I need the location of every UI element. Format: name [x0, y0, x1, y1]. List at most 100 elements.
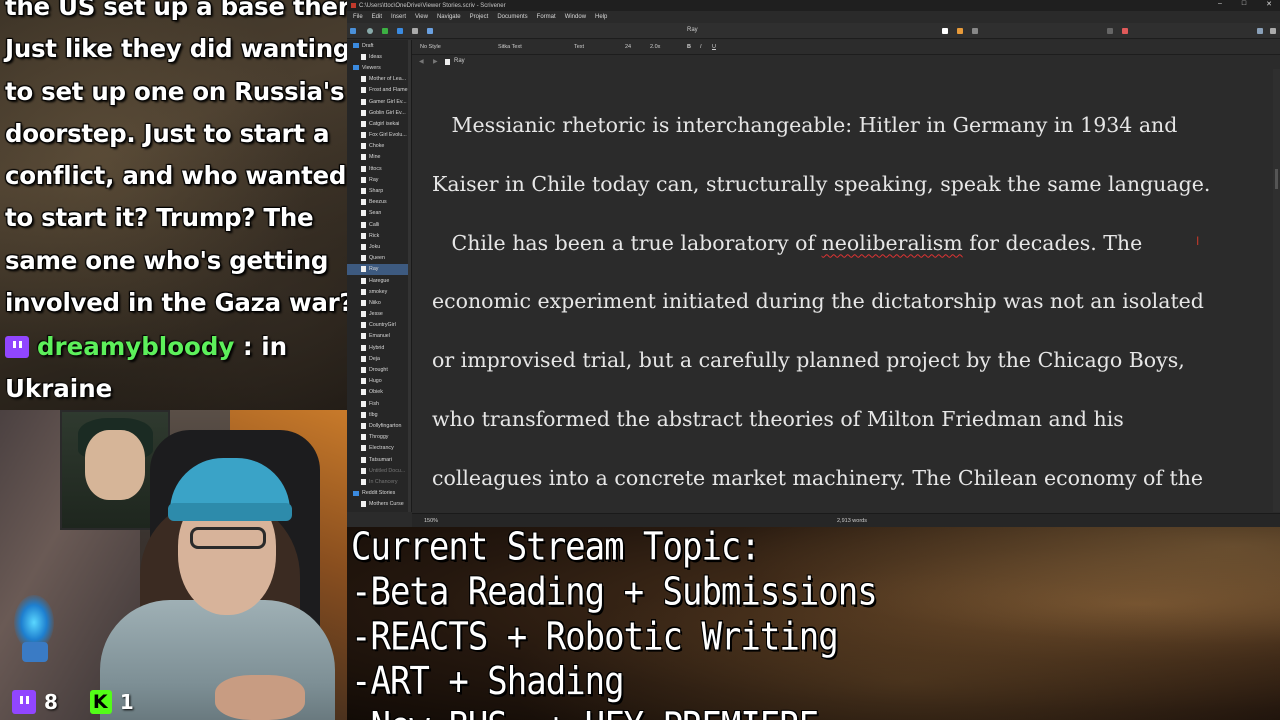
menu-item-window[interactable]: Window	[565, 14, 586, 20]
binder-item[interactable]: Choke	[347, 141, 411, 152]
binder-item[interactable]: Calli	[347, 219, 411, 230]
menu-item-documents[interactable]: Documents	[497, 14, 527, 20]
search-icon[interactable]	[367, 28, 373, 34]
share-icon[interactable]	[1107, 28, 1113, 34]
binder-item[interactable]: Joku	[347, 241, 411, 252]
binder-item[interactable]: Sean	[347, 208, 411, 219]
zoom-level[interactable]: 150%	[424, 518, 438, 524]
menu-item-project[interactable]: Project	[470, 14, 489, 20]
binder-item[interactable]: CountryGirl	[347, 320, 411, 331]
binder-item[interactable]: Mothers Curse	[347, 499, 411, 510]
binder-item[interactable]: Catgirl isekai	[347, 118, 411, 129]
edit-icon[interactable]	[427, 28, 433, 34]
menu-item-format[interactable]: Format	[537, 14, 556, 20]
binder-toggle-icon[interactable]	[350, 28, 356, 34]
bold-button[interactable]: B	[687, 44, 691, 50]
binder-item[interactable]: Haregue	[347, 275, 411, 286]
binder-item[interactable]: Rick	[347, 230, 411, 241]
binder-item[interactable]: Queen	[347, 253, 411, 264]
underline-button[interactable]: U	[712, 44, 716, 50]
menu-item-view[interactable]: View	[415, 14, 428, 20]
view-document-icon[interactable]	[942, 28, 948, 34]
font-select[interactable]: Sitka Text	[498, 44, 522, 50]
binder-item[interactable]: Jesse	[347, 309, 411, 320]
add-icon[interactable]	[382, 28, 388, 34]
binder-item-label: Mother of Lea...	[369, 76, 407, 83]
line-spacing-select[interactable]: 2.0x	[650, 44, 660, 50]
binder-item-label: Calli	[369, 221, 380, 228]
binder-item[interactable]: Tatsumari	[347, 454, 411, 465]
binder-item[interactable]: Ideas	[347, 51, 411, 62]
back-arrow-icon[interactable]: ◀	[419, 58, 424, 65]
text-editor[interactable]: Messianic rhetoric is interchangeable: H…	[413, 69, 1273, 512]
chat-line: same one who's getting	[5, 245, 329, 275]
binder-item[interactable]: Electrancy	[347, 443, 411, 454]
editor-scrollbar[interactable]	[1273, 69, 1280, 512]
binder-item[interactable]: Ray	[347, 263, 411, 275]
twitch-viewer-count: 8	[44, 690, 58, 714]
binder-item[interactable]: Hybrid	[347, 342, 411, 353]
binder-item-label: Joku	[369, 243, 381, 250]
poster-face	[85, 430, 145, 500]
minimize-icon[interactable]: –	[1218, 0, 1222, 8]
trash-icon[interactable]	[412, 28, 418, 34]
maximize-icon[interactable]: □	[1242, 0, 1246, 8]
binder-item[interactable]: Drought	[347, 364, 411, 375]
document-icon	[361, 422, 366, 429]
corkboard-icon[interactable]	[957, 28, 963, 34]
folder-add-icon[interactable]	[397, 28, 403, 34]
document-icon	[361, 355, 366, 362]
binder-item[interactable]: Sharp	[347, 185, 411, 196]
misspelled-word[interactable]: neoliberalism	[822, 231, 963, 255]
inspector-icon[interactable]	[1257, 28, 1263, 34]
binder-item[interactable]: tlbg	[347, 409, 411, 420]
outline-icon[interactable]	[972, 28, 978, 34]
italic-button[interactable]: I	[700, 44, 702, 50]
editor-content[interactable]: Messianic rhetoric is interchangeable: H…	[432, 96, 1262, 508]
binder-item[interactable]: Mother of Lea...	[347, 74, 411, 85]
binder-item[interactable]: Goblin Girl Ev...	[347, 107, 411, 118]
compose-icon[interactable]	[1270, 28, 1276, 34]
binder-item[interactable]: Fish	[347, 398, 411, 409]
binder-item[interactable]: Reddit Stories	[347, 488, 411, 499]
bookmark-icon[interactable]	[1122, 28, 1128, 34]
binder-item[interactable]: Emanuel	[347, 331, 411, 342]
binder-item[interactable]: Beezus	[347, 197, 411, 208]
binder-item[interactable]: Gamer Girl Ev...	[347, 96, 411, 107]
binder-item[interactable]: In Chancery	[347, 476, 411, 487]
binder-item[interactable]: Ittocs	[347, 163, 411, 174]
style-select[interactable]: No Style	[420, 44, 441, 50]
menu-item-insert[interactable]: Insert	[391, 14, 406, 20]
binder-item[interactable]: Obiek	[347, 387, 411, 398]
binder-scrollbar[interactable]	[408, 40, 411, 512]
menu-item-help[interactable]: Help	[595, 14, 607, 20]
document-icon	[361, 367, 366, 374]
twitch-icon	[12, 690, 36, 714]
menu-item-navigate[interactable]: Navigate	[437, 14, 461, 20]
binder-item[interactable]: Fox Girl Evolu...	[347, 130, 411, 141]
binder-item[interactable]: Draft	[347, 40, 411, 51]
binder-item[interactable]: smokey	[347, 286, 411, 297]
editor-line: Kaiser in Chile today can, structurally …	[432, 171, 1211, 196]
menu-item-file[interactable]: File	[353, 14, 363, 20]
status-bar: 150% 2,913 words	[412, 513, 1280, 527]
binder-item[interactable]: Dollyfingarton	[347, 420, 411, 431]
close-icon[interactable]: ✕	[1266, 0, 1272, 8]
document-icon	[361, 389, 366, 396]
binder-item-label: Ideas	[369, 53, 382, 60]
binder-item[interactable]: Hugo	[347, 376, 411, 387]
font-weight-select[interactable]: Text	[574, 44, 584, 50]
binder-item-label: Haregue	[369, 277, 390, 284]
binder-item[interactable]: Niiko	[347, 297, 411, 308]
binder-item[interactable]: Ray	[347, 174, 411, 185]
binder-item[interactable]: Viewers	[347, 62, 411, 73]
binder-item[interactable]: Frost and Flame	[347, 85, 411, 96]
binder-item[interactable]: Untitled Docu...	[347, 465, 411, 476]
binder-item-label: Beezus	[369, 199, 387, 206]
menu-item-edit[interactable]: Edit	[372, 14, 382, 20]
binder-item[interactable]: Mine	[347, 152, 411, 163]
font-size-select[interactable]: 24	[625, 44, 631, 50]
forward-arrow-icon[interactable]: ▶	[433, 58, 438, 65]
binder-item[interactable]: Throggy	[347, 432, 411, 443]
binder-item[interactable]: Deja	[347, 353, 411, 364]
